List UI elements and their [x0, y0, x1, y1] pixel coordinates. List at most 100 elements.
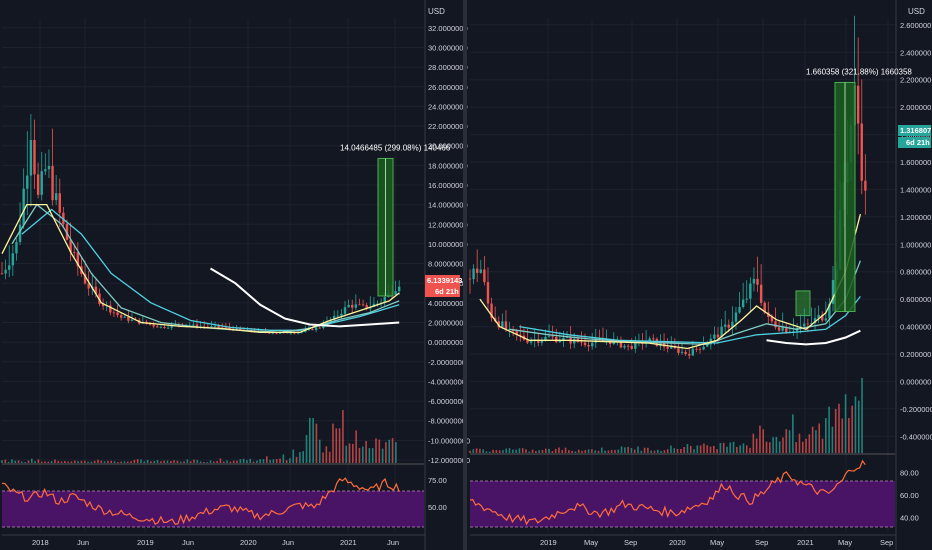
left-y-tick-label: -8.0000000	[428, 417, 466, 426]
right-volume-bar	[502, 450, 504, 453]
left-volume-bar	[120, 461, 122, 463]
left-currency-label: USD	[428, 7, 445, 16]
left-x-tick-label: Jun	[282, 538, 294, 547]
right-volume-bar	[775, 437, 778, 453]
left-rsi-band	[2, 491, 424, 527]
left-volume-bar	[342, 410, 344, 463]
right-volume-bar	[838, 403, 840, 453]
right-candle-body	[558, 340, 562, 343]
right-volume-bar	[792, 414, 794, 453]
left-volume-bar	[338, 428, 341, 463]
right-x-tick-label: 2021	[797, 538, 814, 547]
left-volume-bar	[27, 460, 30, 463]
right-volume-bar	[745, 445, 748, 453]
left-volume-bar	[305, 435, 308, 463]
left-x-tick-label: 2018	[32, 538, 49, 547]
right-volume-bar	[795, 442, 797, 453]
right-volume-bar	[505, 448, 508, 453]
right-volume-bar	[851, 405, 853, 453]
left-volume-bar	[93, 460, 96, 463]
left-volume-bar	[44, 461, 46, 463]
left-x-tick-label: Jun	[182, 538, 194, 547]
right-volume-bar	[670, 445, 672, 453]
right-volume-bar	[597, 450, 600, 453]
right-volume-bar	[653, 450, 656, 453]
left-volume-bar	[282, 454, 285, 463]
left-candle-body	[213, 325, 217, 327]
right-candle-body	[723, 324, 727, 327]
left-volume-bar	[70, 461, 73, 463]
left-volume-bar	[77, 461, 79, 463]
right-candle-body	[475, 268, 479, 273]
left-candle-body	[210, 326, 213, 328]
left-candle-body	[73, 252, 76, 253]
left-candle-body	[36, 174, 40, 195]
right-volume-bar	[600, 447, 603, 453]
left-volume-bar	[222, 461, 225, 463]
left-volume-bar	[206, 462, 209, 463]
right-volume-bar	[492, 449, 494, 453]
right-volume-bar	[650, 450, 653, 453]
left-price-badge-text: 6.1339143	[427, 276, 462, 285]
right-volume-bar	[488, 451, 491, 453]
right-candle-body	[702, 346, 705, 350]
left-candle-body	[394, 291, 397, 295]
right-x-tick-label: May	[838, 538, 852, 547]
right-candle-body	[551, 336, 554, 338]
right-candle-body	[684, 351, 687, 355]
right-candle-body	[547, 336, 551, 338]
left-candle-body	[15, 242, 18, 254]
right-candle-body	[652, 338, 655, 340]
left-volume-bar	[272, 459, 275, 463]
right-x-tick-label: Sep	[880, 538, 893, 547]
left-y-tick-label: 26.0000000	[428, 83, 468, 92]
right-volume-bar	[544, 448, 547, 453]
right-price-badge-text: 1.316807	[900, 126, 931, 135]
left-volume-bar	[173, 460, 175, 463]
left-volume-bar	[170, 461, 172, 463]
left-candle-body	[119, 315, 123, 318]
left-candle-body	[54, 193, 58, 201]
left-volume-bar	[189, 461, 192, 463]
right-volume-bar	[811, 426, 814, 453]
right-volume-bar	[604, 450, 606, 453]
left-candle-body	[354, 304, 358, 308]
right-y-tick-label: 2.000000	[900, 103, 931, 112]
left-volume-bar	[375, 438, 377, 463]
right-time-axis[interactable]: 2019 May Sep 2020 May Sep 2021 May Sep	[540, 538, 893, 547]
right-volume-bar	[607, 450, 610, 453]
right-volume-bar	[647, 447, 649, 453]
left-volume-bar	[381, 448, 384, 463]
right-time-badge-text: 6d 21h	[906, 138, 930, 147]
left-candle-body	[318, 327, 321, 329]
right-volume-bar	[788, 430, 791, 453]
left-volume-bar	[196, 460, 199, 463]
right-volume-bar	[561, 450, 564, 453]
left-volume-bar	[252, 461, 255, 463]
left-candle-body	[152, 324, 155, 327]
left-volume-bar	[179, 461, 182, 463]
left-candle-body	[156, 326, 159, 328]
left-candle-body	[166, 327, 170, 329]
left-volume-bar	[97, 459, 99, 463]
right-volume-bar	[485, 451, 488, 453]
right-volume-bar	[610, 449, 613, 453]
left-volume-bar	[239, 459, 242, 463]
left-candle-body	[163, 327, 166, 328]
left-time-badge-text: 6d 21h	[435, 287, 459, 296]
left-volume-bar	[358, 447, 361, 463]
right-volume-bar	[584, 450, 587, 453]
left-candle-body	[123, 316, 126, 318]
left-volume-bar	[1, 460, 3, 463]
right-y-tick-label: 2.400000	[900, 48, 931, 57]
left-candle-body	[159, 327, 163, 328]
left-volume-bar	[262, 459, 265, 463]
left-candle-body	[361, 304, 365, 306]
right-y-tick-label: 0.400000	[900, 323, 931, 332]
pane-divider[interactable]	[463, 0, 467, 550]
left-candle-body	[4, 269, 7, 274]
left-y-tick-label: 8.0000000	[428, 260, 463, 269]
right-small-measure-box[interactable]	[795, 290, 811, 317]
left-volume-bar	[21, 461, 23, 463]
left-candle-body	[0, 273, 4, 275]
